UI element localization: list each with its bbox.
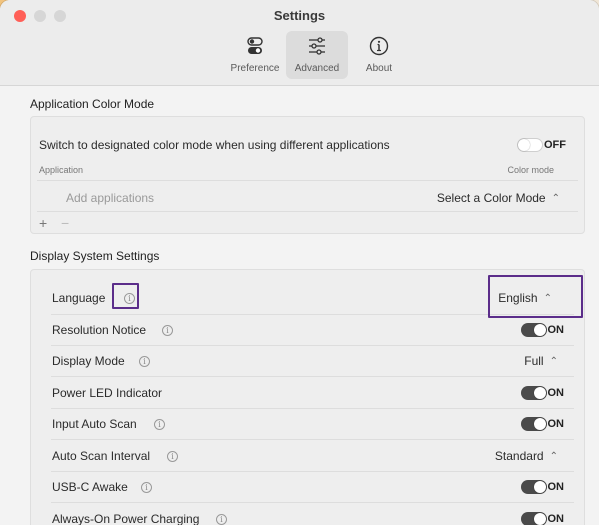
info-icon[interactable]: i (162, 325, 173, 336)
toggle-state: ON (547, 513, 565, 525)
toggle-state: ON (547, 418, 565, 430)
toolbar: Preference Advanced About (224, 31, 410, 79)
info-icon[interactable]: i (216, 514, 227, 525)
titlebar: Settings Preference Advanced About (0, 0, 599, 86)
info-icon[interactable]: i (141, 482, 152, 493)
display-mode-select-value: Full (524, 354, 544, 368)
settings-content: Application Color Mode Switch to designa… (0, 87, 599, 525)
always-on-power-charging-toggle[interactable]: ON (520, 512, 565, 525)
power-led-toggle[interactable]: ON (520, 386, 565, 400)
toggle-switch[interactable] (520, 512, 547, 525)
tab-about[interactable]: About (348, 31, 410, 79)
section-title-app-color-mode: Application Color Mode (30, 97, 155, 111)
setting-label-input-auto-scan: Input Auto Scan (52, 417, 137, 431)
toggle-switch[interactable] (520, 323, 547, 337)
tab-label: Preference (230, 63, 280, 74)
divider (51, 408, 574, 409)
setting-label-resolution-notice: Resolution Notice (52, 323, 147, 337)
divider (37, 180, 578, 181)
settings-window: Settings Preference Advanced About Appli… (0, 0, 599, 525)
window-title: Settings (273, 8, 326, 23)
color-mode-toggle[interactable]: OFF (517, 138, 566, 152)
resolution-notice-toggle[interactable]: ON (520, 323, 565, 337)
divider (37, 211, 578, 212)
chevron-updown-icon: ⌃ (551, 192, 560, 204)
info-icon[interactable]: i (139, 356, 150, 367)
divider (51, 345, 574, 346)
divider (51, 502, 574, 503)
highlight-box-info (112, 283, 139, 309)
chevron-updown-icon: ⌃ (549, 355, 558, 367)
toggles-icon (247, 37, 263, 54)
remove-button[interactable]: − (61, 215, 69, 231)
toggle-switch[interactable] (520, 480, 547, 494)
toggle-state: ON (547, 324, 565, 336)
tab-label: Advanced (294, 63, 340, 74)
add-button[interactable]: + (39, 215, 47, 231)
setting-label-power-led: Power LED Indicator (52, 386, 163, 400)
toggle-state: ON (547, 387, 565, 399)
info-icon[interactable]: i (167, 451, 178, 462)
app-color-mode-card: Switch to designated color mode when usi… (30, 116, 585, 234)
setting-label-always-on-power-charging: Always-On Power Charging (52, 512, 200, 525)
column-header-application: Application (39, 165, 84, 175)
color-mode-switch-label: Switch to designated color mode when usi… (39, 138, 390, 152)
tab-preference[interactable]: Preference (224, 31, 286, 79)
divider (51, 376, 574, 377)
tab-label: About (365, 63, 393, 74)
info-icon (369, 36, 389, 56)
color-mode-select[interactable]: Select a Color Mode ⌃ (437, 191, 560, 205)
toggle-state: OFF (544, 139, 566, 151)
setting-label-auto-scan-interval: Auto Scan Interval (52, 449, 151, 463)
setting-label-language: Language (52, 291, 106, 305)
setting-label-display-mode: Display Mode (52, 354, 125, 368)
info-icon[interactable]: i (154, 419, 165, 430)
divider (51, 471, 574, 472)
divider (51, 439, 574, 440)
usb-c-awake-toggle[interactable]: ON (520, 480, 565, 494)
input-auto-scan-toggle[interactable]: ON (520, 417, 565, 431)
toggle-switch[interactable] (520, 386, 547, 400)
setting-label-usb-c-awake: USB-C Awake (52, 480, 128, 494)
tab-advanced[interactable]: Advanced (286, 31, 348, 79)
display-mode-select[interactable]: Full ⌃ (524, 354, 558, 368)
toggle-switch[interactable] (517, 138, 543, 152)
toggle-state: ON (547, 481, 565, 493)
sliders-icon (309, 37, 325, 55)
column-header-color-mode: Color mode (507, 165, 554, 175)
auto-scan-interval-select[interactable]: Standard ⌃ (495, 449, 558, 463)
toggle-switch[interactable] (520, 417, 547, 431)
color-mode-select-value: Select a Color Mode (436, 191, 546, 205)
chevron-updown-icon: ⌃ (549, 450, 558, 462)
auto-scan-interval-select-value: Standard (494, 449, 544, 463)
add-applications-field[interactable]: Add applications (66, 191, 154, 205)
section-title-display-settings: Display System Settings (30, 249, 160, 263)
highlight-box-language-select (488, 275, 583, 318)
